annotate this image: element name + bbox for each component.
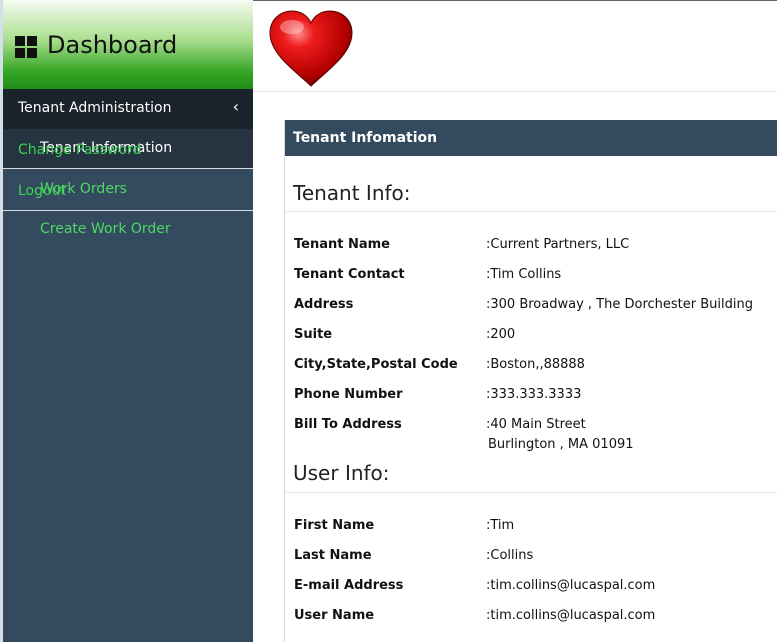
divider [285, 492, 777, 493]
nav-group-label: Tenant Administration [18, 100, 172, 116]
field-label: Phone Number [294, 387, 403, 402]
nav-group-tenant-administration[interactable]: Tenant Administration ‹ [3, 89, 253, 129]
dashboard-grid-icon [15, 36, 38, 59]
field-value: :200 [486, 327, 516, 342]
field-value: :Collins [486, 548, 534, 563]
field-label: Last Name [294, 548, 372, 563]
field-label: Tenant Contact [294, 267, 405, 282]
dashboard-title: Dashboard [47, 31, 178, 59]
heart-logo-icon [269, 10, 353, 87]
field-label: First Name [294, 518, 375, 533]
field-value: :tim.collins@lucaspal.com [486, 608, 656, 623]
logout-link[interactable]: Logout [18, 183, 66, 199]
divider [285, 211, 777, 212]
field-label: User Name [294, 608, 375, 623]
panel-header: Tenant Infomation [285, 120, 777, 156]
sidebar: Dashboard Tenant Administration ‹ Tenant… [0, 0, 253, 642]
chevron-left-icon: ‹ [232, 97, 239, 116]
field-value: :Current Partners, LLC [486, 237, 630, 252]
field-value: :40 Main Street [486, 417, 586, 432]
user-info-heading: User Info: [293, 461, 390, 485]
field-value: :300 Broadway , The Dorchester Building [486, 297, 753, 312]
field-label: Tenant Name [294, 237, 390, 252]
dashboard-brand[interactable]: Dashboard [3, 0, 253, 89]
field-label: Suite [294, 327, 333, 342]
field-label: City,State,Postal Code [294, 357, 458, 372]
top-bar [253, 0, 777, 92]
change-password-link[interactable]: Change Password [18, 142, 141, 158]
field-value: :tim.collins@lucaspal.com [486, 578, 656, 593]
field-label: Address [294, 297, 354, 312]
field-value: :Tim [486, 518, 515, 533]
field-label: E-mail Address [294, 578, 404, 593]
tenant-information-panel: Tenant Infomation Tenant Info: Tenant Na… [284, 120, 777, 642]
sidebar-item-create-work-order[interactable]: Create Work Order [3, 212, 253, 248]
sidebar-item-label: Create Work Order [40, 221, 171, 237]
field-value-line2: Burlington , MA 01091 [488, 437, 634, 452]
field-label: Bill To Address [294, 417, 402, 432]
field-value: :Tim Collins [486, 267, 562, 282]
tenant-info-heading: Tenant Info: [293, 181, 411, 205]
field-value: :Boston,,88888 [486, 357, 585, 372]
field-value: :333.333.3333 [486, 387, 582, 402]
